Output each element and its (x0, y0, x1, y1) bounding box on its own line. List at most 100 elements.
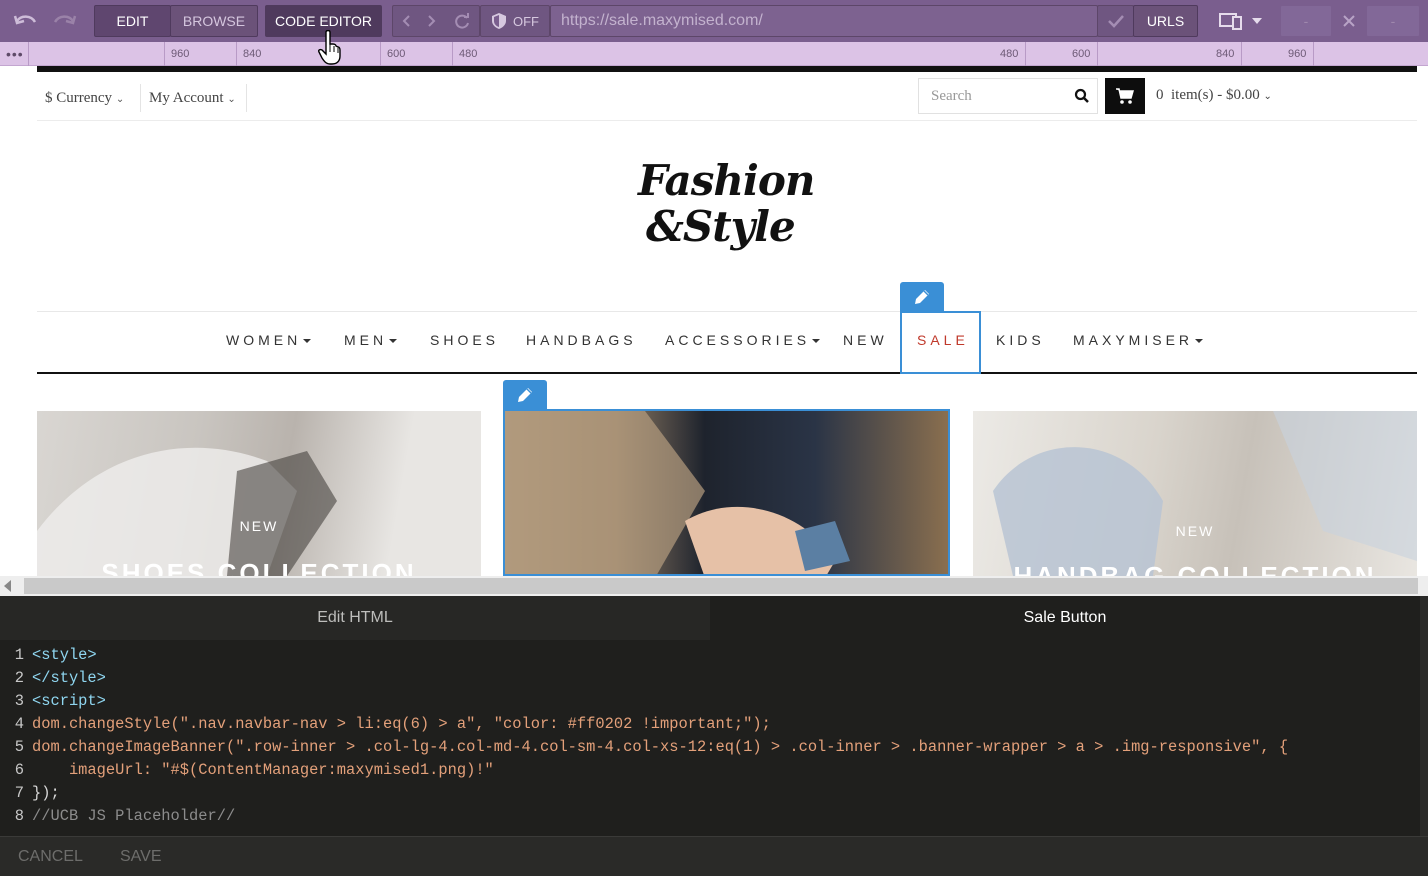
code-text: dom.changeStyle(".nav.navbar-nav > li:eq… (32, 715, 771, 733)
code-text: </style> (32, 669, 106, 687)
horizontal-scrollbar[interactable] (0, 576, 1428, 596)
cancel-button[interactable]: CANCEL (18, 837, 83, 877)
shield-state-label: OFF (513, 13, 539, 29)
code-line: 3 <script> (0, 690, 1428, 713)
banner-handbag[interactable]: NEW HANDBAG COLLECTION (973, 411, 1417, 576)
account-dropdown[interactable]: My Account ⌄ (149, 90, 236, 107)
banner-label: NEW (239, 518, 279, 534)
save-button[interactable]: SAVE (120, 837, 162, 877)
minimize-button[interactable]: - (1280, 5, 1332, 37)
ruler-tick[interactable]: 480 (452, 42, 477, 66)
search-box[interactable]: Search (918, 78, 1098, 114)
ruler-tick[interactable]: 600 (380, 42, 405, 66)
more-icon[interactable]: ••• (6, 46, 24, 62)
nav-women[interactable]: WOMEN (226, 332, 312, 348)
nav-sale[interactable]: SALE (917, 332, 969, 348)
edit-mode-button[interactable]: EDIT (94, 5, 171, 37)
nav-label: MEN (344, 332, 388, 348)
nav-kids[interactable]: KIDS (996, 332, 1045, 348)
close-icon[interactable] (1334, 5, 1364, 37)
url-field[interactable]: https://sale.maxymised.com/ (550, 5, 1098, 37)
banner-selected-image[interactable] (503, 409, 950, 576)
banner-shoes[interactable]: NEW SHOES COLLECTION (37, 411, 481, 576)
cart-summary[interactable]: 0 item(s) - $0.00 ⌄ (1156, 87, 1272, 104)
chevron-down-icon: ⌄ (115, 94, 125, 105)
nav-accessories[interactable]: ACCESSORIES (665, 332, 821, 348)
line-number: 2 (14, 669, 24, 687)
back-icon[interactable] (401, 14, 411, 28)
banner-label: NEW (1175, 523, 1215, 539)
cart-icon (1115, 87, 1135, 105)
responsive-ruler: ••• 960 840 600 480 480 600 840 960 (0, 42, 1428, 66)
code-line: 4 dom.changeStyle(".nav.navbar-nav > li:e… (0, 713, 1428, 736)
line-number: 6 (14, 761, 24, 779)
code-editor-panel: Edit HTML Sale Button 1 <style> 2 </style>… (0, 596, 1428, 876)
tab-sale-button[interactable]: Sale Button (710, 596, 1420, 640)
code-text: }); (32, 784, 60, 802)
browse-mode-button[interactable]: BROWSE (170, 5, 258, 37)
nav-handbags[interactable]: HANDBAGS (526, 332, 637, 348)
code-text: //UCB JS Placeholder// (32, 807, 236, 825)
ruler-tick[interactable]: 840 (1210, 42, 1242, 66)
nav-new[interactable]: NEW (843, 332, 888, 348)
scroll-left-icon[interactable] (4, 580, 12, 592)
editor-footer: CANCEL SAVE (0, 836, 1428, 876)
ruler-tick[interactable]: 960 (164, 42, 189, 66)
nav-label: WOMEN (226, 332, 302, 348)
scroll-thumb[interactable] (24, 578, 1418, 594)
nav-label: MAXYMISER (1073, 332, 1194, 348)
shield-toggle[interactable]: OFF (480, 5, 550, 37)
line-number: 7 (14, 784, 24, 802)
redo-icon[interactable] (46, 5, 82, 37)
site-logo[interactable]: Fashion &Style (620, 156, 840, 268)
line-number: 1 (14, 646, 24, 664)
code-line: 5 dom.changeImageBanner(".row-inner > .co… (0, 736, 1428, 759)
tab-edit-html[interactable]: Edit HTML (0, 596, 710, 640)
banner-title: HANDBAG COLLECTION (1013, 561, 1377, 576)
line-number: 5 (14, 738, 24, 756)
nav-shoes[interactable]: SHOES (430, 332, 499, 348)
nav-maxymiser[interactable]: MAXYMISER (1073, 332, 1204, 348)
ruler-tick[interactable]: 960 (1282, 42, 1314, 66)
ruler-tick[interactable]: 480 (994, 42, 1026, 66)
caret-icon (303, 339, 312, 344)
edit-banner-pencil-icon[interactable] (503, 380, 547, 410)
reload-icon[interactable] (453, 12, 471, 30)
ruler-tick[interactable]: 840 (236, 42, 261, 66)
undo-icon[interactable] (8, 5, 44, 37)
nav-men[interactable]: MEN (344, 332, 398, 348)
search-input[interactable]: Search (931, 88, 972, 105)
search-icon[interactable] (1074, 88, 1090, 104)
top-border (37, 66, 1417, 72)
hand-cursor-icon (318, 30, 342, 66)
code-text: <script> (32, 692, 106, 710)
cart-button[interactable] (1105, 78, 1145, 114)
edit-element-pencil-icon[interactable] (900, 282, 944, 312)
device-picker[interactable] (1210, 5, 1270, 37)
chevron-down-icon: ⌄ (227, 94, 236, 105)
code-line: 7}); (0, 782, 1428, 805)
code-line: 8 //UCB JS Placeholder// (0, 805, 1428, 828)
caret-icon (1195, 339, 1204, 344)
currency-dropdown[interactable]: $ Currency ⌄ (45, 90, 124, 107)
code-line: 1 <style> (0, 644, 1428, 667)
caret-icon (389, 339, 398, 344)
logo-line-2: &Style (646, 202, 796, 251)
code-text: dom.changeImageBanner(".row-inner > .col… (32, 738, 1289, 756)
url-text: https://sale.maxymised.com/ (561, 12, 763, 29)
line-number: 3 (14, 692, 24, 710)
urls-button[interactable]: URLS (1133, 5, 1198, 37)
ruler-tick[interactable]: 600 (1066, 42, 1098, 66)
cart-count: 0 (1156, 87, 1164, 103)
forward-icon[interactable] (427, 14, 437, 28)
site-preview: $ Currency ⌄ My Account ⌄ Search 0 item(… (0, 66, 1428, 576)
caret-icon (812, 339, 821, 344)
code-area[interactable]: 1 <style> 2 </style> 3 <script> 4 dom.change… (0, 644, 1428, 834)
banner-title: SHOES COLLECTION (101, 558, 417, 576)
confirm-url-icon[interactable] (1097, 5, 1134, 37)
maximize-button[interactable]: - (1366, 5, 1420, 37)
line-number: 8 (14, 807, 24, 825)
chevron-down-icon: ⌄ (1263, 91, 1272, 102)
line-number: 4 (14, 715, 24, 733)
currency-label: $ Currency (45, 90, 113, 106)
